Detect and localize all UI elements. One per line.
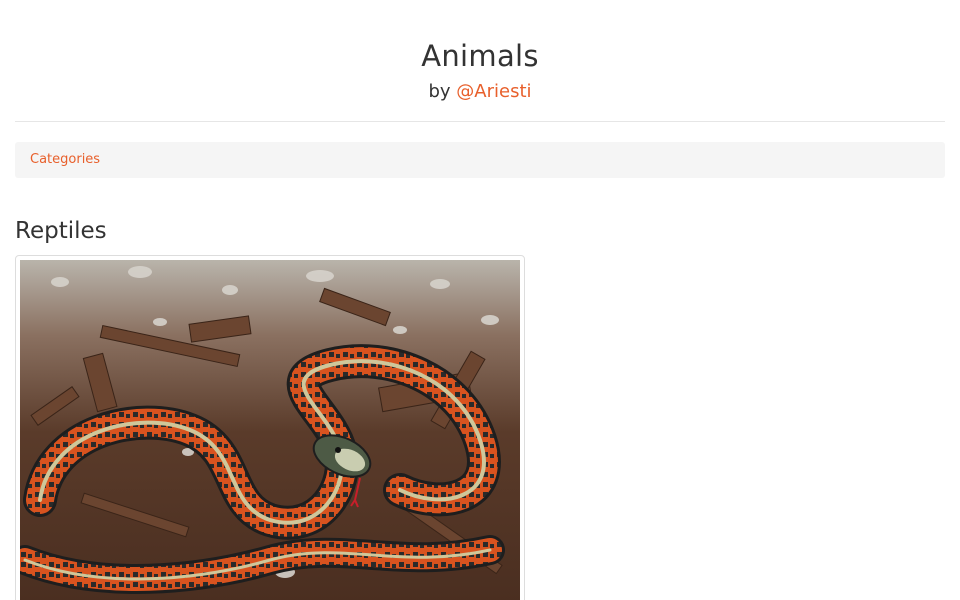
byline-prefix: by — [428, 81, 451, 102]
author-link[interactable]: @Ariesti — [456, 81, 531, 102]
site-header: Animals by @Ariesti — [15, 0, 945, 122]
categories-link[interactable]: Categories — [30, 152, 100, 167]
reptile-image-thumbnail[interactable] — [15, 255, 525, 600]
byline: by @Ariesti — [15, 80, 945, 104]
snake-photo — [20, 260, 520, 600]
section-heading: Reptiles — [15, 218, 107, 244]
categories-bar: Categories — [15, 142, 945, 178]
page: Animals by @Ariesti Categories Reptiles — [0, 0, 960, 600]
page-title: Animals — [421, 39, 539, 73]
